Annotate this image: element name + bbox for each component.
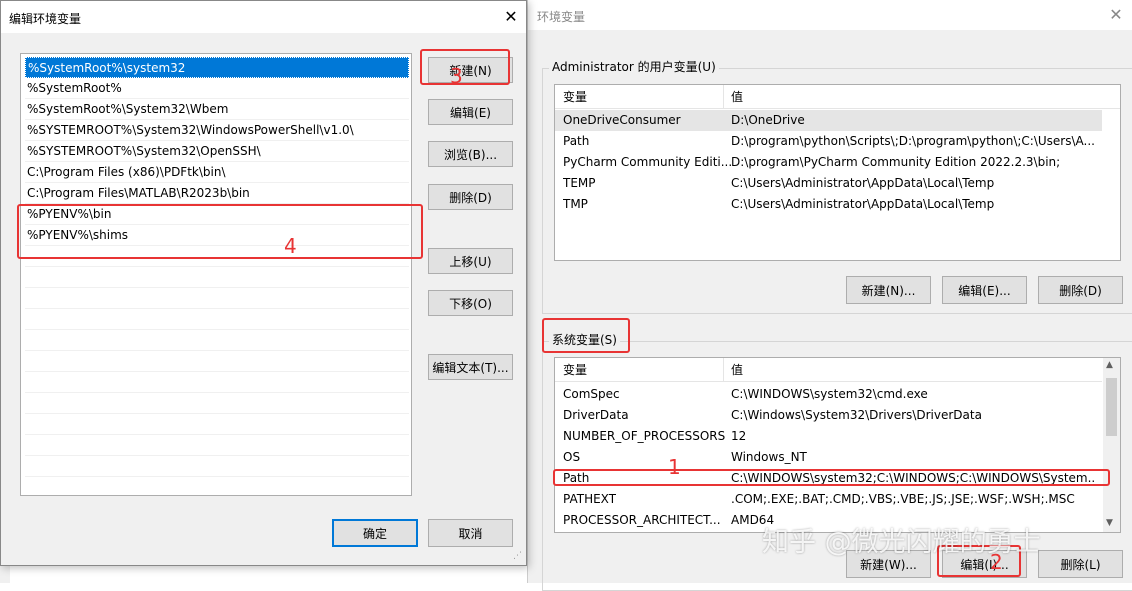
var-value: C:\WINDOWS\system32\cmd.exe <box>731 387 928 401</box>
user-list-header: 变量 值 <box>555 85 1120 109</box>
var-name: NUMBER_OF_PROCESSORS <box>563 429 726 443</box>
list-item-selected[interactable]: %SystemRoot%\system32 <box>25 57 409 78</box>
var-value: D:\OneDrive <box>731 113 805 127</box>
column-header-val[interactable]: 值 <box>731 360 743 381</box>
edit-button[interactable]: 编辑(E) <box>428 99 513 125</box>
path-entry: %SYSTEMROOT%\System32\OpenSSH\ <box>27 144 261 158</box>
ok-button[interactable]: 确定 <box>332 519 418 547</box>
path-entry: %SystemRoot%\System32\Wbem <box>27 102 229 116</box>
system-variables-list[interactable]: 变量 值 ComSpec C:\WINDOWS\system32\cmd.exe… <box>554 357 1121 533</box>
window-title: 环境变量 <box>537 10 586 24</box>
highlight-new-button <box>420 49 510 85</box>
var-name: PyCharm Community Editi... <box>563 155 733 169</box>
var-value: .COM;.EXE;.BAT;.CMD;.VBS;.VBE;.JS;.JSE;.… <box>731 492 1075 506</box>
env-titlebar: 环境变量 ✕ <box>528 0 1132 30</box>
scroll-up-icon[interactable]: ▲ <box>1106 360 1113 370</box>
path-list[interactable]: %SystemRoot%\system32 %SystemRoot% %Syst… <box>20 53 412 496</box>
path-entry: C:\Program Files (x86)\PDFtk\bin\ <box>27 165 226 179</box>
list-row[interactable]: PATHEXT .COM;.EXE;.BAT;.CMD;.VBS;.VBE;.J… <box>555 489 1102 510</box>
close-icon[interactable]: ✕ <box>501 7 521 27</box>
env-variables-window: 环境变量 ✕ Administrator 的用户变量(U) 变量 值 OneDr… <box>527 0 1132 591</box>
list-item[interactable]: C:\Program Files (x86)\PDFtk\bin\ <box>25 162 409 183</box>
list-row[interactable]: DriverData C:\Windows\System32\Drivers\D… <box>555 405 1102 426</box>
annotation-number-1: 1 <box>668 455 681 479</box>
var-name: PROCESSOR_ARCHITECT... <box>563 513 721 527</box>
column-header-var[interactable]: 变量 <box>563 87 587 108</box>
var-name: Path <box>563 134 590 148</box>
var-value: D:\program\PyCharm Community Edition 202… <box>731 155 1061 169</box>
path-entry: %SystemRoot%\system32 <box>28 61 186 75</box>
browse-button[interactable]: 浏览(B)... <box>428 141 513 167</box>
path-entry: C:\Program Files\MATLAB\R2023b\bin <box>27 186 250 200</box>
vertical-scrollbar[interactable]: ▲ ▼ <box>1103 358 1120 532</box>
list-row[interactable]: Path D:\program\python\Scripts\;D:\progr… <box>555 131 1102 152</box>
list-item[interactable]: %SYSTEMROOT%\System32\WindowsPowerShell\… <box>25 120 409 141</box>
highlight-pyenv-paths <box>17 204 423 259</box>
list-row[interactable]: PyCharm Community Editi... D:\program\Py… <box>555 152 1102 173</box>
column-header-val[interactable]: 值 <box>731 87 743 108</box>
annotation-number-3: 3 <box>450 64 463 88</box>
var-name: TMP <box>563 197 588 211</box>
scrollbar-thumb[interactable] <box>1106 378 1117 436</box>
list-item[interactable]: %SYSTEMROOT%\System32\OpenSSH\ <box>25 141 409 162</box>
move-down-button[interactable]: 下移(O) <box>428 290 513 316</box>
var-name: OneDriveConsumer <box>563 113 681 127</box>
delete-button[interactable]: 删除(D) <box>428 184 513 210</box>
var-value: C:\Windows\System32\Drivers\DriverData <box>731 408 982 422</box>
user-edit-button[interactable]: 编辑(E)... <box>942 276 1027 304</box>
highlight-path-row <box>553 469 1110 486</box>
resize-grip-icon[interactable]: ⋰ <box>513 551 522 561</box>
highlight-system-variables-label <box>542 318 630 353</box>
var-value: C:\Users\Administrator\AppData\Local\Tem… <box>731 176 995 190</box>
column-divider <box>723 85 724 109</box>
edit-text-button[interactable]: 编辑文本(T)... <box>428 354 513 380</box>
var-value: C:\Users\Administrator\AppData\Local\Tem… <box>731 197 995 211</box>
user-variables-list[interactable]: 变量 值 OneDriveConsumer D:\OneDrive Path D… <box>554 84 1121 261</box>
column-divider <box>723 358 724 382</box>
dialog-titlebar: 编辑环境变量 ✕ <box>1 1 526 33</box>
path-entry: %SYSTEMROOT%\System32\WindowsPowerShell\… <box>27 123 354 137</box>
var-name: ComSpec <box>563 387 620 401</box>
list-row[interactable]: NUMBER_OF_PROCESSORS 12 <box>555 426 1102 447</box>
user-delete-button[interactable]: 删除(D) <box>1038 276 1123 304</box>
scroll-down-icon[interactable]: ▼ <box>1106 518 1113 528</box>
var-name: TEMP <box>563 176 596 190</box>
dialog-title: 编辑环境变量 <box>9 12 82 26</box>
user-new-button[interactable]: 新建(N)... <box>846 276 931 304</box>
var-value: 12 <box>731 429 747 443</box>
cancel-button[interactable]: 取消 <box>428 519 513 547</box>
system-delete-button[interactable]: 删除(L) <box>1038 550 1123 578</box>
list-row[interactable]: TMP C:\Users\Administrator\AppData\Local… <box>555 194 1102 215</box>
empty-rows <box>25 246 409 494</box>
system-list-header: 变量 值 <box>555 358 1102 382</box>
column-header-var[interactable]: 变量 <box>563 360 587 381</box>
var-name: PATHEXT <box>563 492 617 506</box>
list-row[interactable]: TEMP C:\Users\Administrator\AppData\Loca… <box>555 173 1102 194</box>
list-item[interactable]: C:\Program Files\MATLAB\R2023b\bin <box>25 183 409 204</box>
annotation-number-4: 4 <box>284 234 297 258</box>
list-row[interactable]: OS Windows_NT <box>555 447 1102 468</box>
list-row[interactable]: ComSpec C:\WINDOWS\system32\cmd.exe <box>555 384 1102 405</box>
list-row[interactable]: OneDriveConsumer D:\OneDrive <box>555 110 1102 131</box>
var-value: D:\program\python\Scripts\;D:\program\py… <box>731 134 1095 148</box>
path-entry: %SystemRoot% <box>27 81 122 95</box>
var-value: Windows_NT <box>731 450 807 464</box>
user-variables-label: Administrator 的用户变量(U) <box>549 58 719 75</box>
list-item[interactable]: %SystemRoot%\System32\Wbem <box>25 99 409 120</box>
var-name: OS <box>563 450 581 464</box>
var-name: DriverData <box>563 408 629 422</box>
move-up-button[interactable]: 上移(U) <box>428 248 513 274</box>
list-item[interactable]: %SystemRoot% <box>25 78 409 99</box>
close-icon[interactable]: ✕ <box>1106 5 1126 25</box>
watermark-text: 知乎 @微光闪耀的勇士 <box>762 527 1041 558</box>
